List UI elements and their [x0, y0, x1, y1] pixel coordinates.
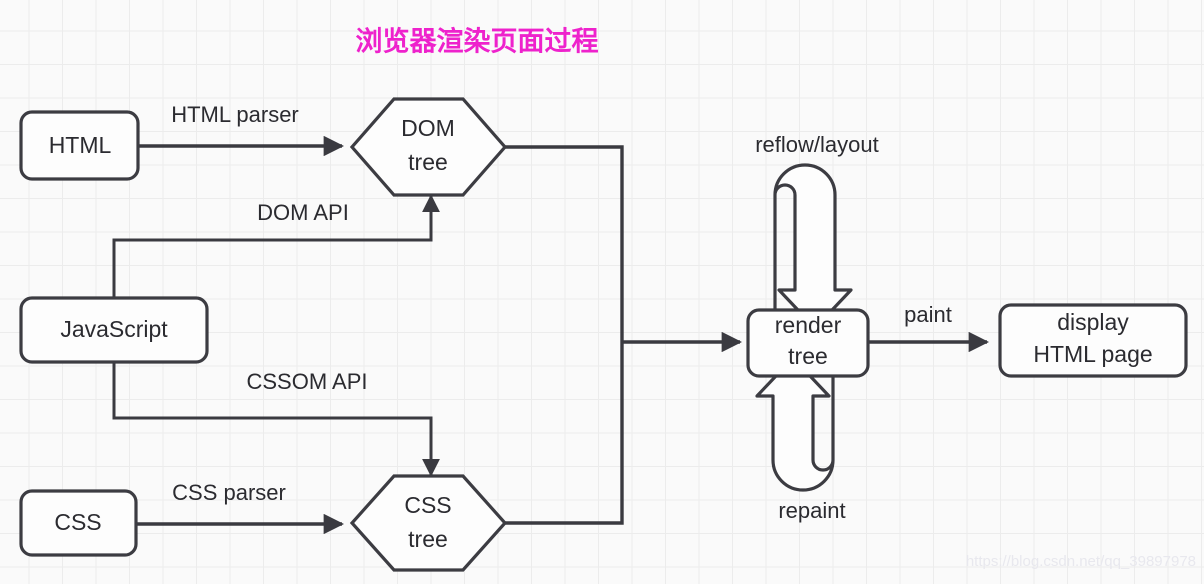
flowchart: 浏览器渲染页面过程 HTML parser DOM API CSSOM API … — [19, 26, 1196, 572]
edge-label-css-parser: CSS parser — [172, 480, 286, 505]
node-css-label: CSS — [54, 509, 101, 535]
edge-label-repaint: repaint — [778, 498, 845, 523]
node-html-label: HTML — [49, 132, 112, 158]
edge-label-reflow-layout: reflow/layout — [755, 132, 879, 157]
edge-trees-to-render-tree — [505, 145, 743, 525]
node-render-tree-label-line2: tree — [788, 343, 828, 369]
edge-label-dom-api: DOM API — [257, 200, 349, 225]
edge-javascript-to-css-tree: CSSOM API — [112, 362, 440, 477]
node-display-html-page[interactable]: display HTML page — [998, 303, 1188, 378]
node-javascript[interactable]: JavaScript — [19, 296, 209, 364]
node-display-label-line1: display — [1057, 309, 1129, 335]
edge-render-tree-reflow-loop: reflow/layout — [755, 132, 879, 330]
node-display-label-line2: HTML page — [1033, 341, 1152, 367]
node-render-tree[interactable]: render tree — [746, 308, 870, 378]
node-css-tree[interactable]: CSS tree — [349, 474, 508, 572]
node-dom-tree-label-line1: DOM — [401, 115, 455, 141]
edge-label-paint: paint — [904, 302, 952, 327]
edge-html-to-dom-tree: HTML parser — [138, 102, 345, 157]
edge-label-html-parser: HTML parser — [171, 102, 299, 127]
diagram-title: 浏览器渲染页面过程 — [356, 26, 599, 58]
diagram-canvas: 浏览器渲染页面过程 HTML parser DOM API CSSOM API … — [0, 0, 1204, 584]
node-dom-tree-shape[interactable] — [349, 97, 508, 197]
node-render-tree-label-line1: render — [775, 312, 842, 338]
edge-render-tree-to-display: paint — [868, 302, 990, 353]
node-css-tree-label-line2: tree — [408, 526, 448, 552]
edge-css-to-css-tree: CSS parser — [136, 480, 345, 535]
node-css-tree-label-line1: CSS — [404, 492, 451, 518]
edge-render-tree-repaint-loop: repaint — [755, 356, 846, 523]
edge-label-cssom-api: CSSOM API — [246, 369, 367, 394]
edge-javascript-to-dom-tree: DOM API — [112, 194, 440, 298]
node-dom-tree-label-line2: tree — [408, 149, 448, 175]
node-css-tree-shape[interactable] — [349, 474, 508, 572]
node-javascript-label: JavaScript — [60, 316, 168, 342]
node-css[interactable]: CSS — [19, 489, 138, 557]
node-dom-tree[interactable]: DOM tree — [349, 97, 508, 197]
watermark: https://blog.csdn.net/qq_39897978 — [966, 553, 1196, 570]
node-html[interactable]: HTML — [19, 110, 140, 181]
